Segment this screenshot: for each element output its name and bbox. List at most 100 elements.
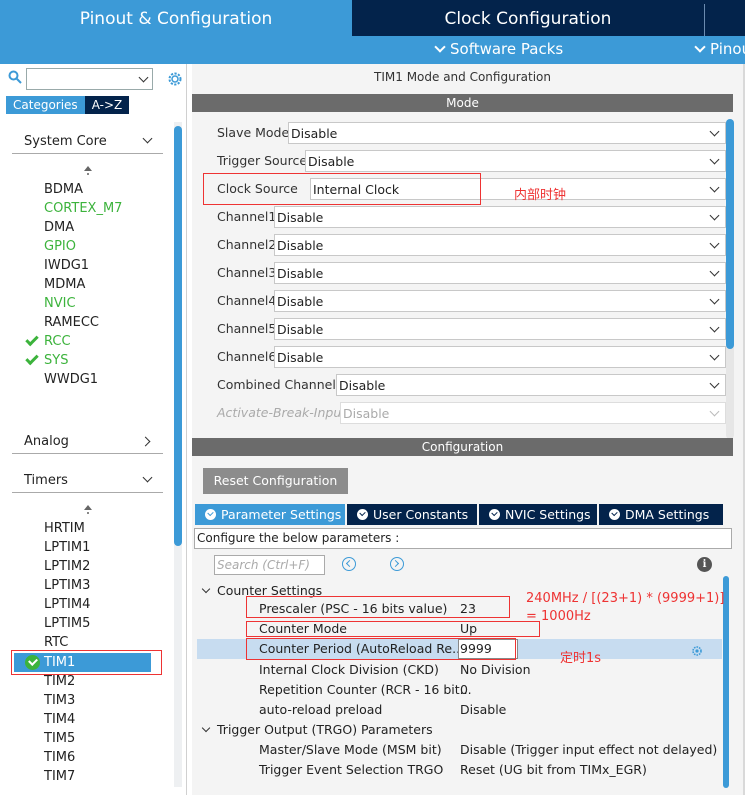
tab-parameter-settings[interactable]: Parameter Settings [195,504,345,525]
list-item-lptim5[interactable]: LPTIM5 [44,614,90,633]
gear-icon[interactable] [691,645,703,657]
list-item-nvic[interactable]: NVIC [44,294,76,313]
top-tab-bar: Pinout & Configuration Clock Configurati… [0,0,745,36]
annotation-one-second: 定时1s [560,651,602,666]
chevron-down-icon [709,238,720,249]
reset-configuration-button[interactable]: Reset Configuration [203,468,348,494]
row-label: Channel4 [217,293,277,308]
channel2-select[interactable]: Disable [274,234,726,256]
search-next-icon[interactable] [390,557,404,571]
annotation-formula-line2: = 1000Hz [526,609,591,624]
category-scrollbar-thumb[interactable] [174,126,182,546]
row-label: Combined Channels [217,377,343,392]
search-previous-icon[interactable] [342,557,356,571]
list-item-dma[interactable]: DMA [44,218,74,237]
select-value: Disable [291,126,338,141]
list-item-hrtim[interactable]: HRTIM [44,519,85,538]
select-value: Disable [277,350,324,365]
list-item-lptim1[interactable]: LPTIM1 [44,538,90,557]
mode-scrollbar-thumb[interactable] [726,119,734,349]
list-item-bdma[interactable]: BDMA [44,180,83,199]
group-label: Analog [24,434,69,449]
trigger-source-select[interactable]: Disable [305,150,726,172]
list-item-wwdg1[interactable]: WWDG1 [44,370,98,389]
chevron-down-icon [709,322,720,333]
list-item-lptim2[interactable]: LPTIM2 [44,557,90,576]
chevron-down-icon [142,472,153,483]
list-item-iwdg1[interactable]: IWDG1 [44,256,89,275]
group-analog[interactable]: Analog [12,430,163,454]
param-value: Reset (UG bit from TIMx_EGR) [460,762,647,777]
select-value: Disable [277,266,324,281]
row-label: Trigger Source [217,153,308,168]
configure-description: Configure the below parameters : [194,528,732,549]
list-item-gpio[interactable]: GPIO [44,237,76,256]
pinout-menu[interactable]: Pinout [694,40,745,58]
channel1-select[interactable]: Disable [274,206,726,228]
combined-channels-select[interactable]: Disable [336,374,726,396]
category-search-input[interactable] [26,68,153,90]
tab-user-constants[interactable]: User Constants [347,504,477,525]
param-label: auto-reload preload [259,702,383,717]
list-item-ramecc[interactable]: RAMECC [44,313,99,332]
slave-mode-select[interactable]: Disable [288,122,726,144]
list-item-tim5[interactable]: TIM5 [44,729,75,748]
annotation-box-counter-period [246,638,516,660]
parameter-search-input[interactable]: Search (Ctrl+F) [214,555,325,575]
list-item-lptim3[interactable]: LPTIM3 [44,576,90,595]
channel3-select[interactable]: Disable [274,262,726,284]
param-value: 0 [460,682,468,697]
check-icon [25,351,39,366]
list-item-rcc[interactable]: RCC [44,332,71,351]
select-value: Disable [277,238,324,253]
param-row-master-slave-mode[interactable]: Master/Slave Mode (MSM bit) Disable (Trig… [192,740,722,760]
param-value: Disable [460,702,507,717]
list-item-tim3[interactable]: TIM3 [44,691,75,710]
list-item-tim2[interactable]: TIM2 [44,672,75,691]
select-value: Disable [339,378,386,393]
tab-overflow[interactable] [704,4,745,36]
list-item-mdma[interactable]: MDMA [44,275,85,294]
annotation-formula-line1: 240MHz / [(23+1) * (9999+1)] [526,591,725,606]
parameter-scrollbar-thumb[interactable] [723,576,729,788]
group-system-core[interactable]: System Core [12,130,163,154]
section-trigger-output[interactable]: Trigger Output (TRGO) Parameters [192,720,722,740]
chevron-down-icon [694,41,706,53]
pinout-label: Pinout [710,40,745,58]
annotation-box-prescaler [246,596,510,618]
channel6-select[interactable]: Disable [274,346,726,368]
chevron-down-icon [201,584,211,594]
gear-icon[interactable] [166,70,184,88]
tab-pinout-configuration[interactable]: Pinout & Configuration [0,0,352,36]
activate-break-input-select: Disable [340,402,726,424]
param-row-trigger-event-selection[interactable]: Trigger Event Selection TRGO Reset (UG bi… [192,760,722,780]
scroll-up-arrow-icon[interactable] [84,166,92,175]
list-item-tim6[interactable]: TIM6 [44,748,75,767]
channel5-select[interactable]: Disable [274,318,726,340]
tab-clock-configuration[interactable]: Clock Configuration [354,4,702,36]
param-row-auto-reload-preload[interactable]: auto-reload preload Disable [192,700,722,720]
tab-dma-settings[interactable]: DMA Settings [599,504,723,525]
list-item-sys[interactable]: SYS [44,351,68,370]
software-packs-menu[interactable]: Software Packs [434,40,563,58]
tab-nvic-settings[interactable]: NVIC Settings [479,504,597,525]
list-item-cortex-m7[interactable]: CORTEX_M7 [44,199,122,218]
select-value: Disable [277,322,324,337]
annotation-box-tim1 [11,650,162,675]
tab-a-to-z[interactable]: A->Z [84,96,130,114]
param-label: Trigger Event Selection TRGO [259,762,444,777]
list-item-tim7[interactable]: TIM7 [44,767,75,786]
list-item-lptim4[interactable]: LPTIM4 [44,595,90,614]
group-timers[interactable]: Timers [12,469,163,493]
list-item-tim4[interactable]: TIM4 [44,710,75,729]
param-row-repetition-counter[interactable]: Repetition Counter (RCR - 16 bit... 0 [192,680,722,700]
scroll-up-arrow-icon[interactable] [84,505,92,514]
param-row-clock-division[interactable]: Internal Clock Division (CKD) No Division [192,660,722,680]
chevron-down-icon [709,294,720,305]
param-label: Repetition Counter (RCR - 16 bit... [259,682,472,697]
category-view-tabs: Categories A->Z [6,96,130,114]
info-icon[interactable]: i [697,557,712,572]
tab-label: Parameter Settings [221,507,342,522]
tab-categories[interactable]: Categories [6,96,85,114]
channel4-select[interactable]: Disable [274,290,726,312]
